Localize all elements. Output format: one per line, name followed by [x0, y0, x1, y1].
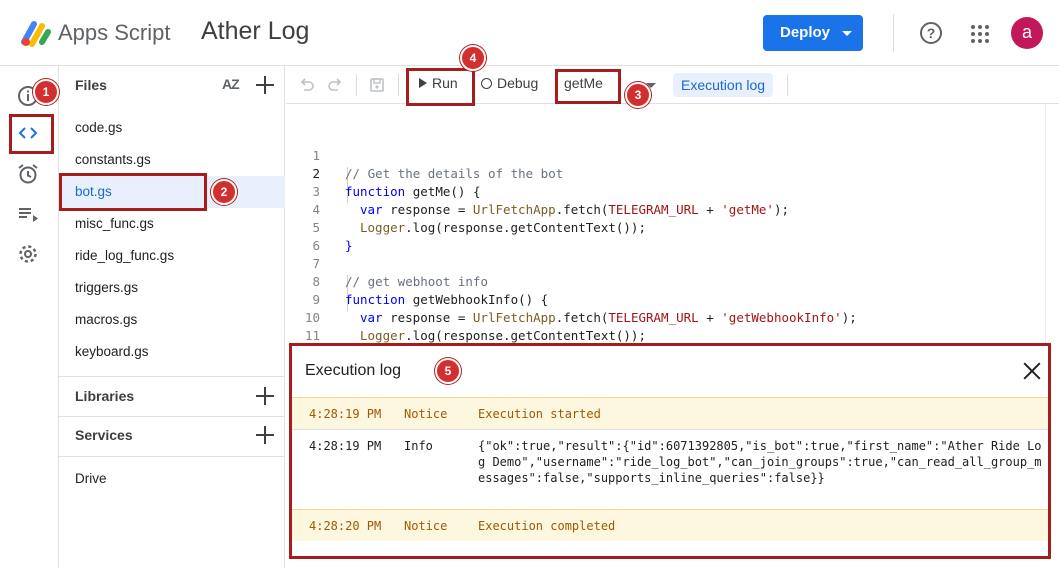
file-item[interactable]: triggers.gs — [59, 272, 285, 304]
section-divider — [59, 376, 285, 377]
code-text: response = — [382, 202, 473, 217]
code-line: 7 // get webhoot info — [286, 237, 488, 289]
add-library-plus-icon[interactable] — [256, 387, 274, 405]
file-item[interactable]: misc_func.gs — [59, 208, 285, 240]
file-item[interactable]: code.gs — [59, 112, 285, 144]
annotation-badge-2: 2 — [211, 179, 237, 205]
editor-scrollbar[interactable] — [1045, 104, 1059, 344]
debug-button[interactable]: Debug — [481, 75, 538, 91]
code-string: 'getMe' — [721, 202, 774, 217]
file-item[interactable]: macros.gs — [59, 304, 285, 336]
code-line: 3 var response = UrlFetchApp.fetch(TELEG… — [286, 165, 789, 217]
toolbar-separator — [356, 74, 357, 96]
code-line: 8 function getWebhookInfo() { — [286, 255, 548, 307]
apps-grid-icon[interactable] — [971, 25, 989, 43]
toolbar-separator — [787, 74, 788, 96]
code-text: ); — [773, 202, 790, 217]
gear-icon[interactable] — [16, 242, 40, 266]
service-item-drive[interactable]: Drive — [75, 471, 107, 486]
code-keyword: var — [360, 202, 383, 217]
highlight-box-run-button — [406, 68, 475, 106]
code-line: 4 Logger.log(response.getContentText()); — [286, 183, 646, 235]
files-panel: Files AZ code.gs constants.gs bot.gs mis… — [59, 66, 285, 568]
code-text: getMe() { — [405, 184, 481, 199]
annotation-badge-5: 5 — [435, 358, 461, 384]
code-text: .fetch( — [555, 202, 609, 217]
help-icon[interactable]: ? — [920, 22, 942, 44]
code-identifier: UrlFetchApp — [472, 310, 556, 325]
code-comment: // get webhoot info — [345, 274, 488, 289]
code-line: 9 var response = UrlFetchApp.fetch(TELEG… — [286, 273, 856, 325]
avatar[interactable]: a — [1011, 17, 1043, 49]
alarm-clock-icon[interactable] — [16, 162, 40, 186]
files-heading: Files — [75, 77, 107, 93]
add-service-plus-icon[interactable] — [256, 426, 274, 444]
code-line: 11 } — [286, 309, 353, 361]
annotation-badge-1: 1 — [33, 79, 59, 105]
code-line: 1 // Get the details of the bot — [286, 129, 563, 181]
file-item[interactable]: constants.gs — [59, 144, 285, 176]
deploy-label: Deploy — [780, 24, 831, 41]
code-keyword: var — [360, 310, 383, 325]
code-identifier: UrlFetchApp — [472, 202, 556, 217]
redo-icon[interactable] — [326, 76, 344, 94]
save-icon[interactable] — [368, 76, 386, 94]
code-text: ); — [841, 310, 857, 325]
services-heading: Services — [75, 427, 133, 443]
header-divider — [893, 14, 894, 52]
apps-script-logo-icon[interactable] — [20, 18, 52, 48]
code-identifier: Logger — [360, 220, 406, 235]
toolbar-separator — [398, 74, 399, 96]
sort-az-icon[interactable]: AZ — [222, 76, 240, 92]
code-line: 10 Logger.log(response.getContentText())… — [286, 291, 646, 343]
highlight-box-bot-file — [59, 173, 207, 211]
code-text: getWebhookInfo() { — [405, 292, 549, 307]
playlist-play-icon[interactable] — [16, 202, 40, 226]
code-constant: TELEGRAM_URL — [608, 310, 699, 325]
code-text: + — [698, 310, 722, 325]
code-text: .log(response.getContentText()); — [405, 220, 646, 235]
section-divider — [59, 416, 285, 417]
section-divider — [59, 456, 285, 457]
code-line: 6 — [286, 219, 320, 253]
code-text: .fetch( — [555, 310, 609, 325]
libraries-heading: Libraries — [75, 388, 135, 404]
code-identifier: Logger — [360, 328, 406, 343]
app-header: Apps Script Ather Log Deploy ? a — [0, 0, 1059, 66]
caret-down-icon — [842, 31, 852, 36]
app-name[interactable]: Apps Script — [58, 20, 171, 46]
deploy-button[interactable]: Deploy — [763, 15, 863, 51]
code-comment: // Get the details of the bot — [345, 166, 564, 181]
code-constant: TELEGRAM_URL — [608, 202, 699, 217]
code-string: 'getWebhookInfo' — [721, 310, 842, 325]
code-keyword: function — [345, 292, 406, 307]
code-editor[interactable]: 1 // Get the details of the bot 2 functi… — [286, 104, 1059, 361]
file-item[interactable]: keyboard.gs — [59, 336, 285, 368]
highlight-box-code-icon — [9, 114, 54, 154]
code-text: response = — [382, 310, 473, 325]
code-text: .log(response.getContentText()); — [405, 328, 646, 343]
code-keyword: function — [345, 184, 406, 199]
file-item[interactable]: ride_log_func.gs — [59, 240, 285, 272]
add-file-plus-icon[interactable] — [256, 76, 274, 94]
highlight-box-execution-log — [289, 343, 1051, 559]
code-line: 5 } — [286, 201, 352, 253]
highlight-box-function-select — [555, 69, 621, 104]
code-text: } — [345, 238, 353, 253]
code-text: + — [698, 202, 722, 217]
debug-icon — [481, 78, 492, 89]
editor-toolbar: Run Debug getMe Execution log — [286, 66, 1059, 104]
annotation-badge-3: 3 — [625, 82, 651, 108]
project-title[interactable]: Ather Log — [201, 17, 309, 46]
annotation-badge-4: 4 — [460, 45, 486, 71]
debug-label: Debug — [497, 75, 539, 91]
execution-log-button[interactable]: Execution log — [673, 73, 774, 97]
undo-icon[interactable] — [298, 76, 316, 94]
code-line: 2 function getMe() { — [286, 147, 480, 199]
